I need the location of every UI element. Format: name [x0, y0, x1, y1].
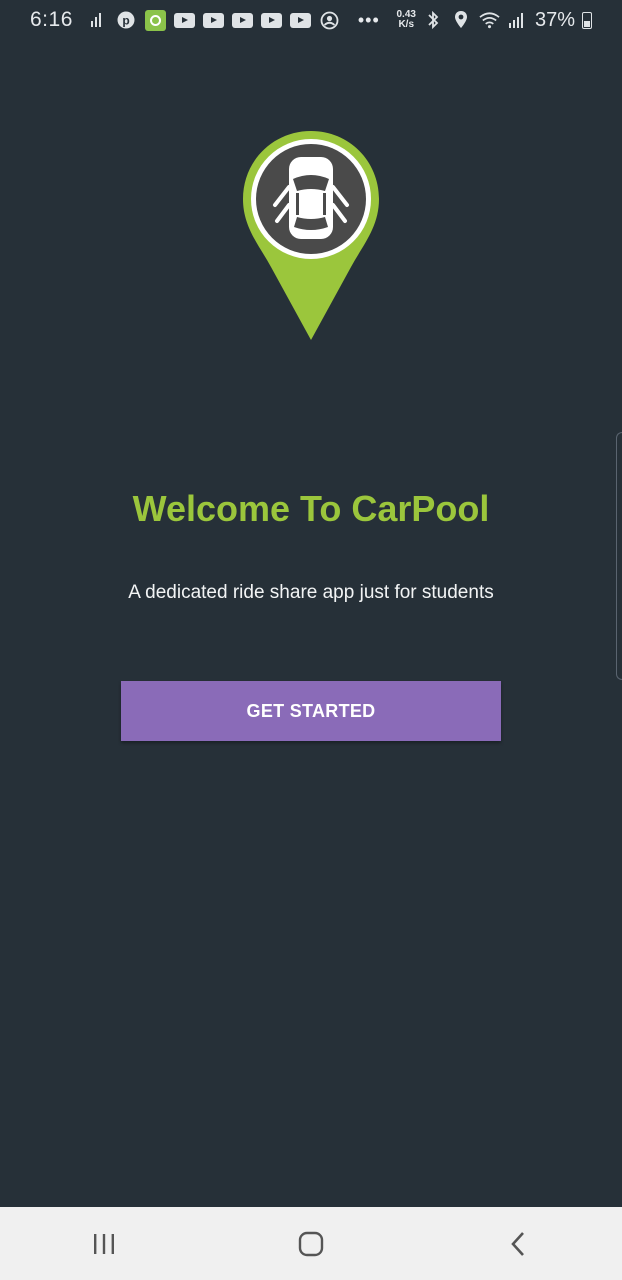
green-app-icon	[144, 9, 166, 31]
network-speed-unit: K/s	[398, 19, 415, 30]
navigation-bar	[0, 1207, 622, 1280]
youtube-icon	[289, 12, 311, 28]
recents-button[interactable]	[74, 1219, 134, 1269]
battery-percent: 37%	[534, 8, 575, 31]
account-icon	[319, 11, 340, 29]
recents-icon	[93, 1233, 114, 1254]
youtube-icon	[202, 12, 224, 28]
more-notifications-icon: •••	[357, 9, 380, 30]
home-icon	[298, 1231, 324, 1256]
home-button[interactable]	[281, 1219, 341, 1269]
back-button[interactable]	[488, 1219, 548, 1269]
youtube-icon	[173, 12, 195, 28]
bluetooth-icon	[423, 10, 444, 30]
sim-signal-icon	[87, 11, 108, 29]
welcome-title: Welcome To CarPool	[132, 488, 490, 529]
notification-icons: p •••	[87, 9, 380, 31]
wifi-icon	[479, 11, 500, 29]
welcome-subtitle: A dedicated ride share app just for stud…	[128, 582, 494, 603]
pinterest-icon: p	[116, 11, 137, 29]
back-icon	[511, 1231, 525, 1256]
status-time: 6:16	[30, 8, 73, 31]
status-bar: 6:16 p ••• 0.43 K/s 37%	[0, 0, 622, 40]
edge-panel-handle[interactable]	[616, 432, 622, 680]
battery-icon	[582, 11, 592, 29]
cell-signal-icon	[507, 11, 528, 29]
car-location-pin-icon	[243, 131, 379, 340]
system-icons: 0.43 K/s 37%	[397, 8, 592, 32]
youtube-icon	[260, 12, 282, 28]
svg-text:p: p	[123, 14, 130, 28]
network-speed: 0.43 K/s	[397, 10, 416, 30]
youtube-icon	[231, 12, 253, 28]
location-icon	[451, 11, 472, 29]
get-started-button[interactable]: GET STARTED	[121, 681, 501, 741]
